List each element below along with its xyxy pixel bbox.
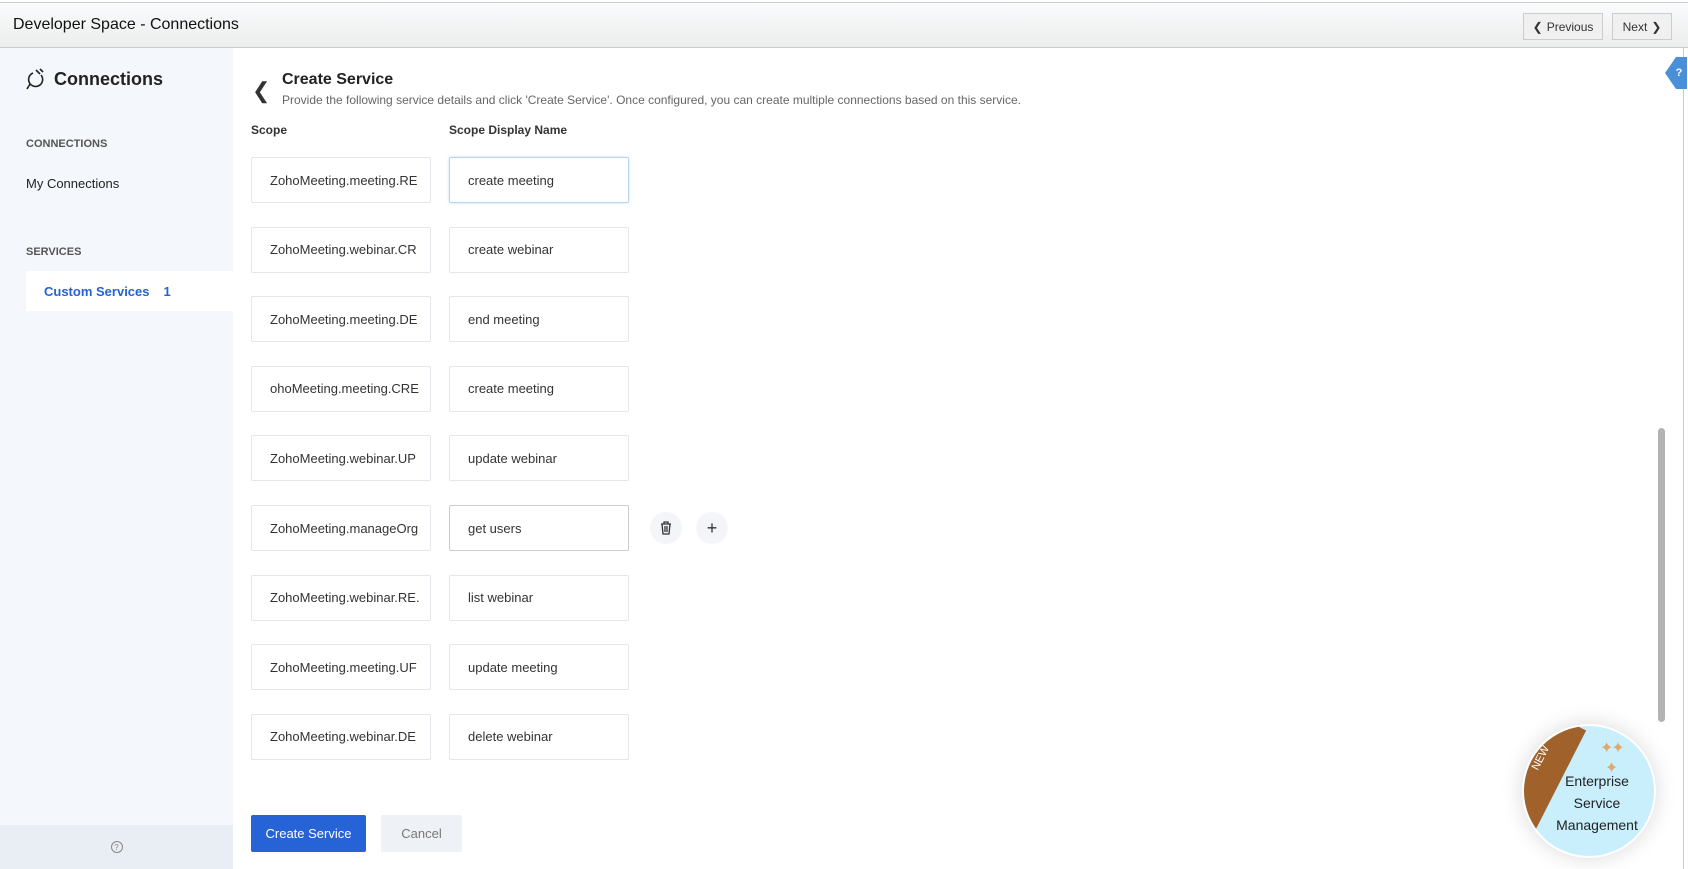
delete-row-button[interactable] [650,512,682,544]
plug-icon [26,68,44,90]
create-service-button[interactable]: Create Service [251,815,366,852]
promo-line-1: Enterprise [1565,773,1629,789]
scope-column-header: Scope [251,123,288,137]
scope-input[interactable]: ZohoMeeting.meeting.UF [251,644,431,691]
sidebar: Connections CONNECTIONS My Connections S… [0,48,233,869]
add-row-button[interactable]: + [696,512,728,544]
scope-input[interactable]: ZohoMeeting.webinar.RE. [251,574,431,621]
display-name-column-header: Scope Display Name [449,123,568,137]
scope-input[interactable]: ZohoMeeting.webinar.UP [251,435,431,482]
chevron-left-icon: ❮ [1532,19,1543,34]
scope-display-name-input[interactable]: update meeting [449,644,629,691]
sidebar-title: Connections [26,68,163,90]
promo-text: Enterprise Service Management [1524,770,1654,836]
scrollbar[interactable] [1658,428,1665,722]
page-subtitle: Provide the following service details an… [282,93,1021,107]
sidebar-item-custom-services[interactable]: Custom Services 1 [26,271,233,311]
promo-line-2: Service [1573,795,1621,811]
custom-services-label: Custom Services [44,283,150,299]
info-icon[interactable]: ? [110,841,123,853]
sidebar-title-text: Connections [54,68,164,89]
sidebar-item-my-connections[interactable]: My Connections [26,176,119,191]
scope-input[interactable]: ZohoMeeting.webinar.DE [251,713,431,760]
scope-display-name-input[interactable]: list webinar [449,574,629,621]
promo-line-3: Management [1556,817,1638,833]
scope-input[interactable]: ZohoMeeting.manageOrg [251,505,431,551]
scope-display-name-input[interactable]: update webinar [449,435,629,482]
cancel-button[interactable]: Cancel [381,815,462,852]
title-bar: Developer Space - Connections ❮ Previous … [0,2,1688,48]
scope-display-name-input[interactable]: delete webinar [449,713,629,760]
scope-input[interactable]: ZohoMeeting.meeting.DE [251,296,431,343]
section-services: SERVICES [26,246,82,258]
next-label: Next [1622,19,1648,34]
plus-icon: + [706,517,718,538]
sidebar-footer: ? [0,825,233,869]
scope-display-name-input[interactable]: get users [449,505,629,551]
window-title: Developer Space - Connections [13,16,239,33]
enterprise-service-management-promo[interactable]: NEW ✦✦ ✦ Enterprise Service Management [1522,724,1656,858]
section-connections: CONNECTIONS [26,138,108,150]
scope-display-name-input[interactable]: end meeting [449,296,629,343]
scope-input[interactable]: ZohoMeeting.webinar.CR [251,226,431,273]
scope-input[interactable]: ZohoMeeting.meeting.RE [251,157,431,203]
scope-display-name-input[interactable]: create webinar [449,226,629,273]
divider [1683,48,1684,869]
trash-icon [661,521,671,535]
page-title: Create Service [282,71,394,88]
next-button[interactable]: Next ❯ [1612,13,1672,40]
scope-display-name-input[interactable]: create meeting [449,157,629,203]
chevron-right-icon: ❯ [1651,19,1662,34]
custom-services-count: 1 [163,283,171,299]
previous-button[interactable]: ❮ Previous [1523,13,1603,40]
previous-label: Previous [1546,19,1594,34]
scope-display-name-input[interactable]: create meeting [449,365,629,412]
back-arrow-icon[interactable]: ❮ [252,78,270,104]
scope-input[interactable]: ohoMeeting.meeting.CRE [251,365,431,412]
help-tab[interactable]: ? [1665,57,1687,89]
